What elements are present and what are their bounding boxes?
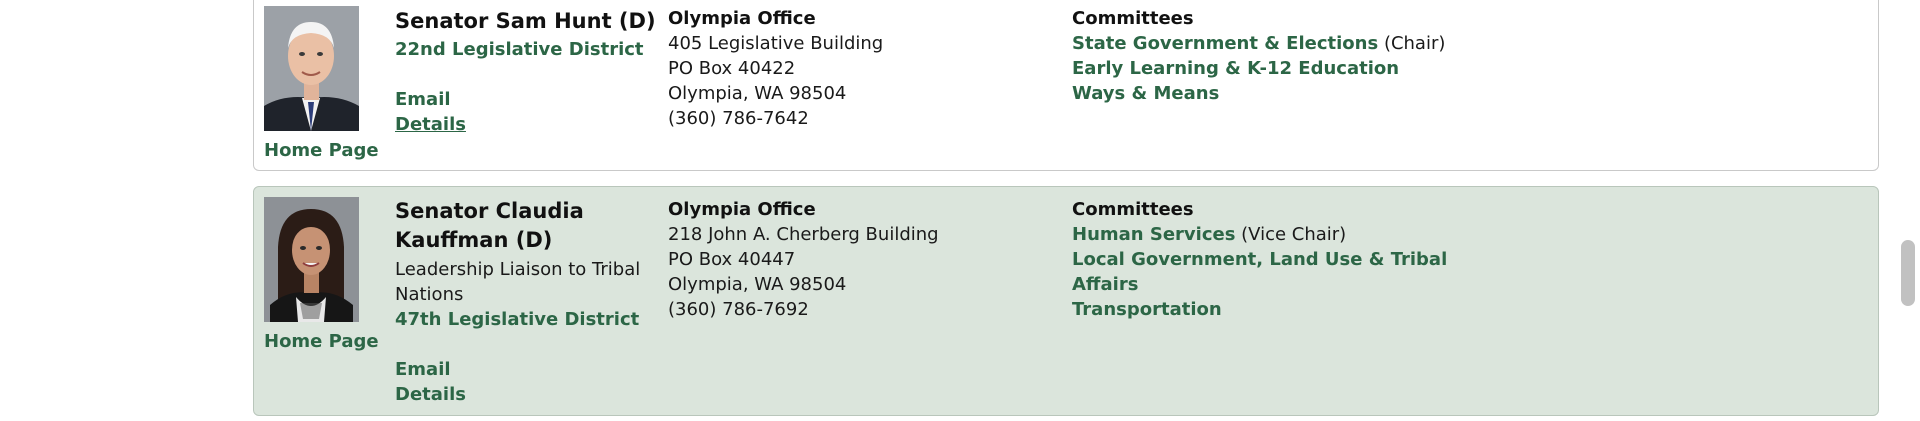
committee-link[interactable]: Early Learning & K-12 Education — [1072, 56, 1399, 81]
portrait-image — [264, 197, 359, 322]
email-link[interactable]: Email — [395, 87, 451, 112]
office-heading: Olympia Office — [668, 199, 816, 220]
committee-link[interactable]: Human Services — [1072, 224, 1235, 245]
member-name: Senator Claudia Kauffman (D) — [395, 197, 584, 255]
committee-item: State Government & Elections (Chair) — [1072, 31, 1445, 56]
member-name-line: Kauffman (D) — [395, 228, 553, 252]
member-card-sam-hunt: Home Page Senator Sam Hunt (D) 22nd Legi… — [253, 0, 1879, 171]
office-phone: (360) 786-7642 — [668, 108, 809, 129]
page-scrollbar[interactable] — [1896, 0, 1920, 421]
office-address-line: 405 Legislative Building — [668, 33, 884, 54]
office-address-line: Olympia, WA 98504 — [668, 83, 847, 104]
committee-role: (Vice Chair) — [1241, 224, 1347, 245]
member-name-line: Senator Claudia — [395, 199, 584, 223]
committees-heading: Committees — [1072, 8, 1194, 29]
email-link[interactable]: Email — [395, 357, 451, 382]
home-page-link[interactable]: Home Page — [264, 138, 379, 163]
member-photo[interactable] — [264, 197, 359, 322]
committee-link-line: Local Government, Land Use & Tribal — [1072, 249, 1448, 270]
member-title: Nations — [395, 284, 464, 305]
committee-item: Human Services (Vice Chair) — [1072, 222, 1346, 247]
office-address-line: PO Box 40447 — [668, 249, 796, 270]
details-link[interactable]: Details — [395, 382, 466, 407]
committee-role: (Chair) — [1383, 33, 1446, 54]
committee-link[interactable]: State Government & Elections — [1072, 33, 1378, 54]
office-phone: (360) 786-7692 — [668, 299, 809, 320]
committee-link[interactable]: Transportation — [1072, 297, 1222, 322]
office-address-line: Olympia, WA 98504 — [668, 274, 847, 295]
committee-link-line: Affairs — [1072, 274, 1139, 295]
district-link[interactable]: 22nd Legislative District — [395, 37, 644, 62]
committee-link[interactable]: Local Government, Land Use & Tribal Affa… — [1072, 247, 1447, 297]
office-address-line: PO Box 40422 — [668, 58, 796, 79]
district-link[interactable]: 47th Legislative District — [395, 307, 639, 332]
committee-link[interactable]: Ways & Means — [1072, 81, 1219, 106]
home-page-link[interactable]: Home Page — [264, 329, 379, 354]
committees-heading: Committees — [1072, 199, 1194, 220]
portrait-image — [264, 6, 359, 131]
member-card-claudia-kauffman: Home Page Senator Claudia Kauffman (D) L… — [253, 186, 1879, 416]
member-title: Leadership Liaison to Tribal — [395, 259, 641, 280]
details-link[interactable]: Details — [395, 112, 466, 137]
office-address-line: 218 John A. Cherberg Building — [668, 224, 939, 245]
member-photo[interactable] — [264, 6, 359, 131]
member-name: Senator Sam Hunt (D) — [395, 9, 656, 33]
office-heading: Olympia Office — [668, 8, 816, 29]
scrollbar-thumb[interactable] — [1901, 240, 1915, 306]
